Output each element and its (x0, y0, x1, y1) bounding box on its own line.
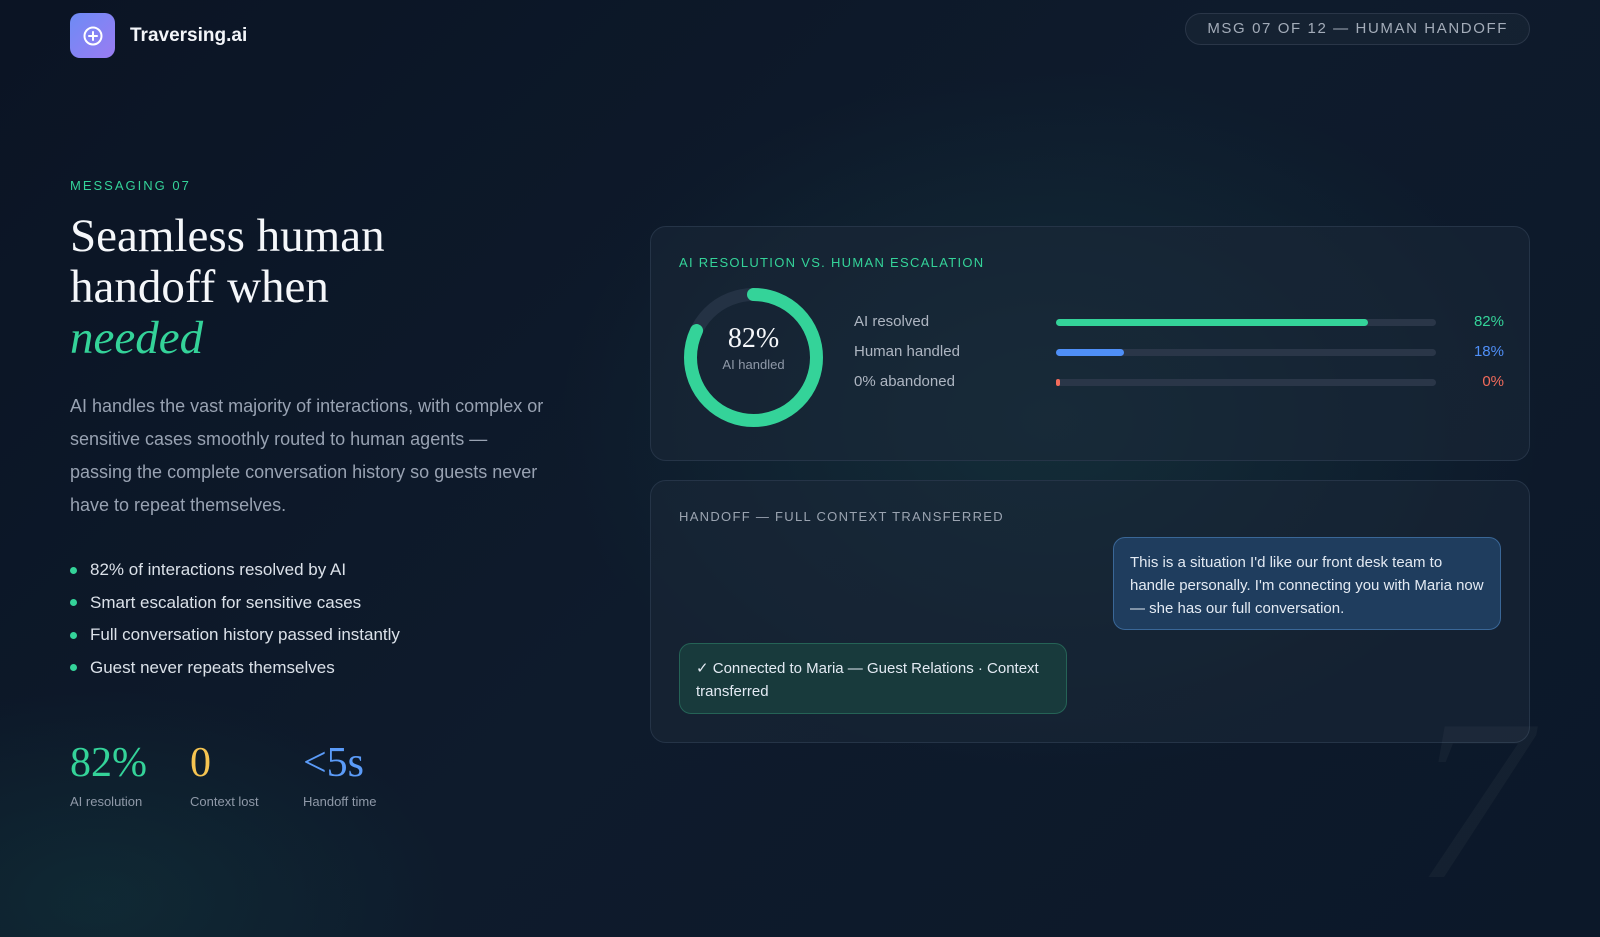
bar-row-abandoned: 0% abandoned 0% (854, 373, 1504, 403)
bar-row-human-handled: Human handled 18% (854, 343, 1504, 373)
bar-fill (1056, 349, 1125, 356)
ai-message-bubble: This is a situation I'd like our front d… (1113, 537, 1501, 630)
bullet-dot-icon (70, 566, 77, 574)
list-item: Full conversation history passed instant… (70, 619, 570, 652)
list-item: Guest never repeats themselves (70, 652, 570, 685)
bar-fill (1056, 379, 1060, 386)
list-item: 82% of interactions resolved by AI (70, 554, 570, 587)
bar-label: AI resolved (854, 313, 930, 330)
bar-track (1056, 319, 1436, 326)
bar-label: 0% abandoned (854, 373, 955, 390)
intro-section: MESSAGING 07 Seamless human handoff when… (70, 178, 570, 684)
progress-pill: MSG 07 OF 12 — HUMAN HANDOFF (1185, 13, 1530, 45)
slide-number-watermark: 7 (1415, 700, 1530, 900)
list-item: Smart escalation for sensitive cases (70, 587, 570, 620)
stats-row: 82% AI resolution 0 Context lost <5s Han… (70, 740, 376, 809)
bullet-dot-icon (70, 599, 77, 607)
list-item-text: Smart escalation for sensitive cases (90, 592, 362, 612)
handoff-card: HANDOFF — FULL CONTEXT TRANSFERRED This … (650, 480, 1530, 743)
stat-value: 82% (70, 740, 147, 786)
bullet-dot-icon (70, 631, 77, 639)
donut-label: AI handled (722, 357, 785, 372)
bar-label: Human handled (854, 343, 960, 360)
list-item-text: Full conversation history passed instant… (90, 625, 400, 645)
brand[interactable]: Traversing.ai (70, 13, 247, 58)
eyebrow: MESSAGING 07 (70, 178, 191, 193)
stat-handoff-time: <5s Handoff time (303, 740, 376, 809)
bar-track (1056, 379, 1436, 386)
stat-value: <5s (303, 740, 365, 786)
stat-label: AI resolution (70, 794, 143, 809)
bar-row-ai-resolved: AI resolved 82% (854, 313, 1504, 343)
stat-value: 0 (190, 740, 211, 786)
stat-label: Context lost (190, 794, 259, 809)
feature-list: 82% of interactions resolved by AI Smart… (70, 554, 570, 684)
bar-track (1056, 349, 1436, 356)
list-item-text: Guest never repeats themselves (90, 657, 335, 677)
bullet-dot-icon (70, 664, 77, 672)
list-item-text: 82% of interactions resolved by AI (90, 560, 347, 580)
stat-ai-resolution: 82% AI resolution (70, 740, 190, 809)
bar-fill (1056, 319, 1368, 326)
handoff-card-title: HANDOFF — FULL CONTEXT TRANSFERRED (679, 509, 1004, 524)
headline-line-1: Seamless human (70, 210, 385, 262)
stat-context-lost: 0 Context lost (190, 740, 303, 809)
resolution-card-title: AI RESOLUTION VS. HUMAN ESCALATION (679, 255, 985, 270)
brand-name: Traversing.ai (130, 24, 248, 46)
handoff-status-bubble: ✓ Connected to Maria — Guest Relations ·… (679, 643, 1067, 714)
donut-center: 82% AI handled (681, 285, 826, 430)
stat-label: Handoff time (303, 794, 377, 809)
headline-line-2: handoff when (70, 261, 329, 313)
resolution-card: AI RESOLUTION VS. HUMAN ESCALATION 82% A… (650, 226, 1530, 461)
bar-value: 18% (1473, 343, 1504, 360)
bar-value: 0% (1482, 373, 1504, 390)
lead-paragraph: AI handles the vast majority of interact… (70, 396, 544, 515)
top-bar: Traversing.ai MSG 07 OF 12 — HUMAN HANDO… (70, 13, 1530, 59)
headline-emphasis: needed (70, 312, 204, 364)
bar-value: 82% (1473, 313, 1504, 330)
donut-value: 82% (727, 323, 780, 354)
resolution-bars: AI resolved 82% Human handled 18% 0% aba… (854, 313, 1504, 403)
page-title: Seamless human handoff when needed (70, 211, 570, 364)
plus-circle-icon (70, 13, 115, 58)
